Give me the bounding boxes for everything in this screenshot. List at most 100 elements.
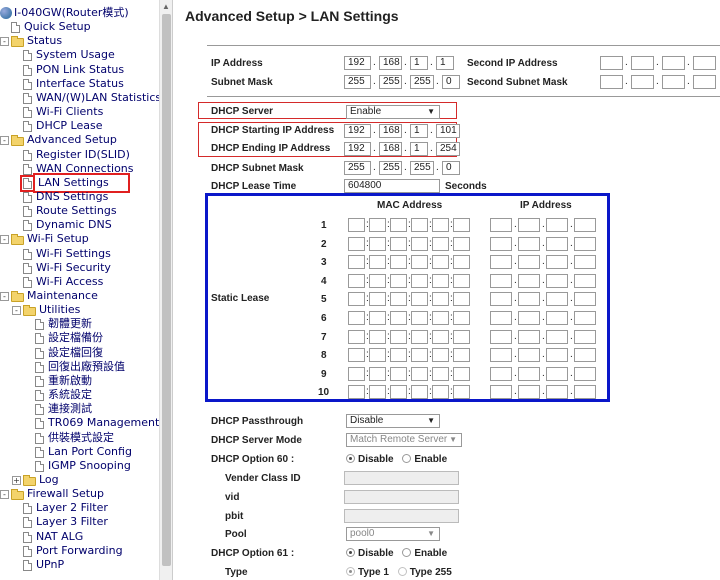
mac-octet-input[interactable] — [348, 311, 365, 325]
mac-octet-input[interactable] — [348, 255, 365, 269]
mac-octet-input[interactable] — [390, 367, 407, 381]
ip-octet-input[interactable] — [574, 292, 596, 306]
sidebar-item[interactable]: Quick Setup — [10, 20, 91, 34]
mac-octet-input[interactable] — [432, 348, 449, 362]
collapse-icon[interactable]: - — [0, 291, 9, 301]
mac-octet-input[interactable] — [348, 330, 365, 344]
mac-octet-input[interactable] — [390, 330, 407, 344]
ip-octet-input[interactable] — [693, 75, 716, 89]
sidebar-item[interactable]: + Log — [12, 473, 59, 487]
mac-octet-input[interactable] — [453, 348, 470, 362]
mac-octet-input[interactable] — [432, 367, 449, 381]
mac-octet-input[interactable] — [411, 367, 428, 381]
ip-octet-input[interactable] — [518, 218, 540, 232]
ip-octet-input[interactable]: 255 — [379, 75, 402, 89]
ip-octet-input[interactable] — [490, 237, 512, 251]
ip-octet-input[interactable]: 1 — [410, 56, 428, 70]
pbit-input[interactable] — [344, 509, 459, 523]
sidebar-item[interactable]: Layer 3 Filter — [22, 515, 108, 529]
mac-octet-input[interactable] — [411, 292, 428, 306]
mac-octet-input[interactable] — [453, 218, 470, 232]
ip-octet-input[interactable]: 101 — [436, 124, 460, 138]
sidebar-item[interactable]: DHCP Lease — [22, 119, 103, 133]
type255-radio[interactable] — [397, 567, 407, 576]
ip-octet-input[interactable] — [546, 330, 568, 344]
ip-octet-input[interactable] — [546, 385, 568, 399]
sidebar-item[interactable]: LAN Settings — [20, 173, 130, 193]
sidebar-item[interactable]: Wi-Fi Clients — [22, 105, 103, 119]
mac-octet-input[interactable] — [411, 218, 428, 232]
ip-octet-input[interactable] — [490, 292, 512, 306]
lease-time-input[interactable]: 604800 — [344, 179, 440, 193]
sidebar-item[interactable]: - Advanced Setup — [0, 133, 117, 147]
sidebar-item[interactable]: Lan Port Config — [34, 445, 132, 459]
mac-octet-input[interactable] — [390, 311, 407, 325]
type1-radio[interactable] — [346, 567, 355, 576]
ip-octet-input[interactable] — [662, 56, 685, 70]
expand-icon[interactable]: + — [12, 475, 21, 485]
ip-octet-input[interactable] — [518, 330, 540, 344]
scroll-up-arrow-icon[interactable]: ▲ — [162, 2, 170, 12]
server-mode-select[interactable]: Match Remote Server ▼ — [346, 433, 462, 447]
ip-octet-input[interactable]: 255 — [379, 161, 402, 175]
sidebar-item[interactable]: WAN/(W)LAN Statistics — [22, 91, 161, 105]
ip-octet-input[interactable]: 255 — [410, 161, 434, 175]
ip-octet-input[interactable]: 192 — [344, 124, 371, 138]
ip-octet-input[interactable] — [490, 348, 512, 362]
option60-disable-radio[interactable] — [346, 454, 355, 463]
sidebar-item[interactable]: - Wi-Fi Setup — [0, 232, 89, 246]
mac-octet-input[interactable] — [453, 237, 470, 251]
mac-octet-input[interactable] — [348, 218, 365, 232]
mac-octet-input[interactable] — [369, 311, 386, 325]
ip-octet-input[interactable] — [490, 385, 512, 399]
mac-octet-input[interactable] — [432, 292, 449, 306]
ip-octet-input[interactable] — [546, 367, 568, 381]
ip-octet-input[interactable] — [574, 330, 596, 344]
sidebar-item[interactable]: Port Forwarding — [22, 544, 123, 558]
ip-octet-input[interactable] — [490, 274, 512, 288]
ip-octet-input[interactable] — [574, 255, 596, 269]
mac-octet-input[interactable] — [390, 385, 407, 399]
collapse-icon[interactable]: - — [0, 135, 9, 145]
mac-octet-input[interactable] — [348, 274, 365, 288]
vid-input[interactable] — [344, 490, 459, 504]
mac-octet-input[interactable] — [453, 367, 470, 381]
mac-octet-input[interactable] — [369, 292, 386, 306]
sidebar-item[interactable]: 系統設定 — [34, 388, 92, 402]
sidebar-item[interactable]: Wi-Fi Settings — [22, 247, 111, 261]
sidebar-item[interactable]: - Firewall Setup — [0, 487, 104, 501]
sidebar-item[interactable]: 回復出廠預設值 — [34, 360, 125, 374]
ip-octet-input[interactable] — [490, 255, 512, 269]
sidebar-item[interactable]: - Utilities — [12, 303, 80, 317]
mac-octet-input[interactable] — [348, 237, 365, 251]
mac-octet-input[interactable] — [453, 330, 470, 344]
sidebar-item[interactable]: Dynamic DNS — [22, 218, 112, 232]
ip-octet-input[interactable] — [574, 311, 596, 325]
mac-octet-input[interactable] — [432, 330, 449, 344]
ip-octet-input[interactable]: 0 — [442, 75, 460, 89]
sidebar-item[interactable]: Route Settings — [22, 204, 117, 218]
collapse-icon[interactable]: - — [0, 234, 9, 244]
ip-octet-input[interactable] — [546, 237, 568, 251]
sidebar-item[interactable]: 韌體更新 — [34, 317, 92, 331]
ip-octet-input[interactable] — [518, 385, 540, 399]
mac-octet-input[interactable] — [369, 237, 386, 251]
ip-octet-input[interactable]: 192 — [344, 56, 371, 70]
ip-octet-input[interactable]: 255 — [344, 161, 371, 175]
mac-octet-input[interactable] — [432, 218, 449, 232]
ip-octet-input[interactable] — [574, 348, 596, 362]
ip-octet-input[interactable] — [546, 218, 568, 232]
ip-octet-input[interactable]: 0 — [442, 161, 460, 175]
mac-octet-input[interactable] — [432, 311, 449, 325]
sidebar-item[interactable]: Wi-Fi Security — [22, 261, 111, 275]
mac-octet-input[interactable] — [390, 255, 407, 269]
mac-octet-input[interactable] — [369, 274, 386, 288]
sidebar-item[interactable]: 設定檔備份 — [34, 331, 103, 345]
mac-octet-input[interactable] — [411, 274, 428, 288]
ip-octet-input[interactable] — [518, 274, 540, 288]
mac-octet-input[interactable] — [369, 218, 386, 232]
sidebar-item[interactable]: UPnP — [22, 558, 64, 572]
mac-octet-input[interactable] — [348, 292, 365, 306]
ip-octet-input[interactable] — [518, 348, 540, 362]
ip-octet-input[interactable] — [490, 311, 512, 325]
